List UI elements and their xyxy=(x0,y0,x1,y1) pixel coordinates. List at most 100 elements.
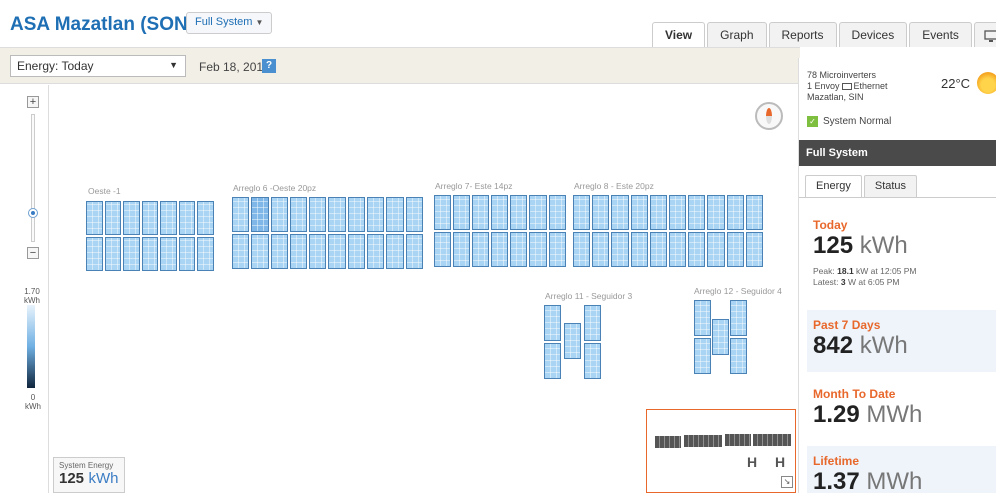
panel-array-7[interactable] xyxy=(434,195,566,267)
solar-panel[interactable] xyxy=(573,195,591,230)
solar-panel[interactable] xyxy=(270,197,288,232)
solar-panel[interactable] xyxy=(472,232,490,267)
solar-panel[interactable] xyxy=(548,232,566,267)
solar-panel[interactable] xyxy=(123,201,140,235)
solar-panel[interactable] xyxy=(649,232,667,267)
tab-monitor[interactable] xyxy=(973,22,996,47)
solar-panel[interactable] xyxy=(726,232,744,267)
solar-panel[interactable] xyxy=(86,201,103,235)
solar-panel[interactable] xyxy=(178,201,195,235)
solar-panel[interactable] xyxy=(86,237,103,271)
solar-panel[interactable] xyxy=(141,237,158,271)
solar-panel[interactable] xyxy=(123,237,140,271)
zoom-slider-handle[interactable] xyxy=(28,208,38,218)
solar-panel[interactable] xyxy=(434,232,452,267)
solar-panel[interactable] xyxy=(232,234,250,269)
solar-panel[interactable] xyxy=(668,195,687,230)
solar-panel[interactable] xyxy=(529,195,547,230)
tab-graph[interactable]: Graph xyxy=(707,22,767,47)
solar-panel[interactable] xyxy=(564,323,581,359)
minimap-toggle-icon[interactable]: ↘ xyxy=(781,476,793,488)
solar-panel[interactable] xyxy=(197,201,214,235)
solar-panel[interactable] xyxy=(630,195,648,230)
zoom-out-button[interactable]: − xyxy=(27,247,39,259)
solar-panel[interactable] xyxy=(328,197,346,232)
tab-view[interactable]: View xyxy=(652,22,706,48)
solar-panel[interactable] xyxy=(510,195,528,230)
solar-panel[interactable] xyxy=(707,232,725,267)
solar-panel[interactable] xyxy=(630,232,648,267)
solar-panel[interactable] xyxy=(707,195,725,230)
solar-panel[interactable] xyxy=(178,237,195,271)
panel-array-6[interactable] xyxy=(232,197,423,269)
solar-panel[interactable] xyxy=(160,201,177,235)
solar-panel[interactable] xyxy=(347,197,366,232)
solar-panel[interactable] xyxy=(544,343,561,379)
solar-panel[interactable] xyxy=(328,234,346,269)
solar-panel[interactable] xyxy=(726,195,744,230)
solar-panel[interactable] xyxy=(141,201,158,235)
solar-panel[interactable] xyxy=(611,232,629,267)
solar-panel[interactable] xyxy=(491,195,509,230)
tab-events[interactable]: Events xyxy=(909,22,972,47)
solar-panel[interactable] xyxy=(510,232,528,267)
solar-panel[interactable] xyxy=(251,234,269,269)
solar-panel[interactable] xyxy=(197,237,214,271)
solar-panel[interactable] xyxy=(529,232,547,267)
solar-panel[interactable] xyxy=(730,338,747,374)
solar-panel[interactable] xyxy=(745,195,763,230)
solar-panel[interactable] xyxy=(434,195,452,230)
solar-panel[interactable] xyxy=(611,195,629,230)
solar-panel[interactable] xyxy=(232,197,250,232)
system-dropdown[interactable]: Full System ▼ xyxy=(186,12,273,34)
solar-panel[interactable] xyxy=(730,300,747,336)
solar-panel[interactable] xyxy=(386,197,404,232)
solar-panel[interactable] xyxy=(453,232,471,267)
solar-panel[interactable] xyxy=(649,195,667,230)
zoom-slider-track[interactable] xyxy=(31,114,35,242)
solar-panel[interactable] xyxy=(251,197,269,232)
energy-period-select[interactable]: Energy: Today ▼ xyxy=(10,55,186,77)
solar-panel[interactable] xyxy=(104,201,121,235)
solar-panel[interactable] xyxy=(745,232,763,267)
overview-minimap[interactable]: H H xyxy=(646,409,796,493)
solar-panel[interactable] xyxy=(405,234,423,269)
solar-panel[interactable] xyxy=(386,234,404,269)
solar-panel[interactable] xyxy=(584,305,601,341)
solar-panel[interactable] xyxy=(584,343,601,379)
solar-panel[interactable] xyxy=(309,197,327,232)
solar-panel[interactable] xyxy=(453,195,471,230)
solar-panel[interactable] xyxy=(592,195,610,230)
solar-panel[interactable] xyxy=(668,232,687,267)
date-label[interactable]: Feb 18, 2017 xyxy=(199,60,270,74)
solar-panel[interactable] xyxy=(544,305,561,341)
panel-array-oeste-1[interactable] xyxy=(86,201,214,271)
solar-panel[interactable] xyxy=(694,300,711,336)
compass-icon[interactable] xyxy=(755,102,783,130)
solar-panel[interactable] xyxy=(688,232,706,267)
solar-panel[interactable] xyxy=(712,319,729,355)
tab-energy[interactable]: Energy xyxy=(805,175,862,197)
panel-array-8[interactable] xyxy=(573,195,763,267)
solar-panel[interactable] xyxy=(688,195,706,230)
help-icon[interactable]: ? xyxy=(262,59,276,73)
solar-panel[interactable] xyxy=(289,234,308,269)
solar-panel[interactable] xyxy=(491,232,509,267)
solar-panel[interactable] xyxy=(405,197,423,232)
solar-panel[interactable] xyxy=(104,237,121,271)
solar-panel[interactable] xyxy=(367,234,385,269)
solar-panel[interactable] xyxy=(367,197,385,232)
solar-panel[interactable] xyxy=(270,234,288,269)
zoom-in-button[interactable]: + xyxy=(27,96,39,108)
solar-panel[interactable] xyxy=(289,197,308,232)
solar-panel[interactable] xyxy=(160,237,177,271)
solar-panel[interactable] xyxy=(573,232,591,267)
solar-panel[interactable] xyxy=(472,195,490,230)
solar-panel[interactable] xyxy=(347,234,366,269)
tab-status[interactable]: Status xyxy=(863,175,918,197)
solar-panel[interactable] xyxy=(548,195,566,230)
tab-devices[interactable]: Devices xyxy=(838,22,908,47)
solar-panel[interactable] xyxy=(309,234,327,269)
solar-panel[interactable] xyxy=(694,338,711,374)
tab-reports[interactable]: Reports xyxy=(768,22,837,47)
